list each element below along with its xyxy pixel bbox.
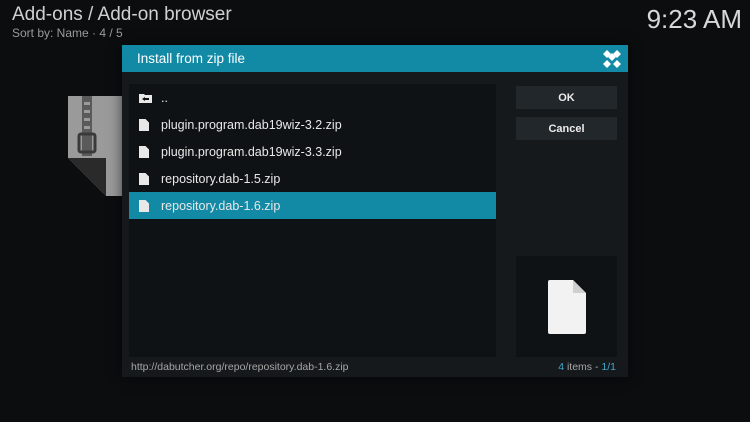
list-item-label: plugin.program.dab19wiz-3.2.zip [161, 117, 342, 132]
dialog-titlebar: Install from zip file [122, 45, 628, 72]
file-preview-icon [547, 279, 586, 334]
file-icon [139, 118, 149, 131]
page-header: Add-ons / Add-on browser Sort by: Name ·… [12, 4, 232, 40]
install-from-zip-dialog: Install from zip file .. plugin.program.… [122, 45, 628, 377]
list-item-label: repository.dab-1.6.zip [161, 198, 281, 213]
list-item[interactable]: plugin.program.dab19wiz-3.3.zip [129, 138, 496, 165]
file-preview [516, 256, 617, 357]
file-list: .. plugin.program.dab19wiz-3.2.zip plugi… [129, 84, 496, 357]
list-item[interactable]: repository.dab-1.5.zip [129, 165, 496, 192]
selected-path: http://dabutcher.org/repo/repository.dab… [131, 361, 349, 373]
list-item-label: .. [161, 90, 168, 105]
list-item-label: plugin.program.dab19wiz-3.3.zip [161, 144, 342, 159]
sort-info: Sort by: Name · 4 / 5 [12, 26, 123, 40]
cancel-button[interactable]: Cancel [516, 117, 617, 140]
file-icon [139, 199, 149, 212]
folder-up-icon [139, 93, 152, 103]
item-count-text: items - [564, 361, 602, 373]
list-item-selected[interactable]: repository.dab-1.6.zip [129, 192, 496, 219]
item-count: 4 items - 1/1 [558, 361, 616, 373]
list-item-parent-folder[interactable]: .. [129, 84, 496, 111]
list-item-label: repository.dab-1.5.zip [161, 171, 281, 186]
file-icon [139, 145, 149, 158]
kodi-logo-icon [603, 50, 621, 68]
clock: 9:23 AM [646, 4, 742, 34]
dialog-title: Install from zip file [137, 51, 246, 66]
page-title: Add-ons / Add-on browser [12, 4, 232, 25]
list-item[interactable]: plugin.program.dab19wiz-3.2.zip [129, 111, 496, 138]
ok-button[interactable]: OK [516, 86, 617, 109]
file-icon [139, 172, 149, 185]
page-indicator: 1/1 [601, 361, 616, 373]
